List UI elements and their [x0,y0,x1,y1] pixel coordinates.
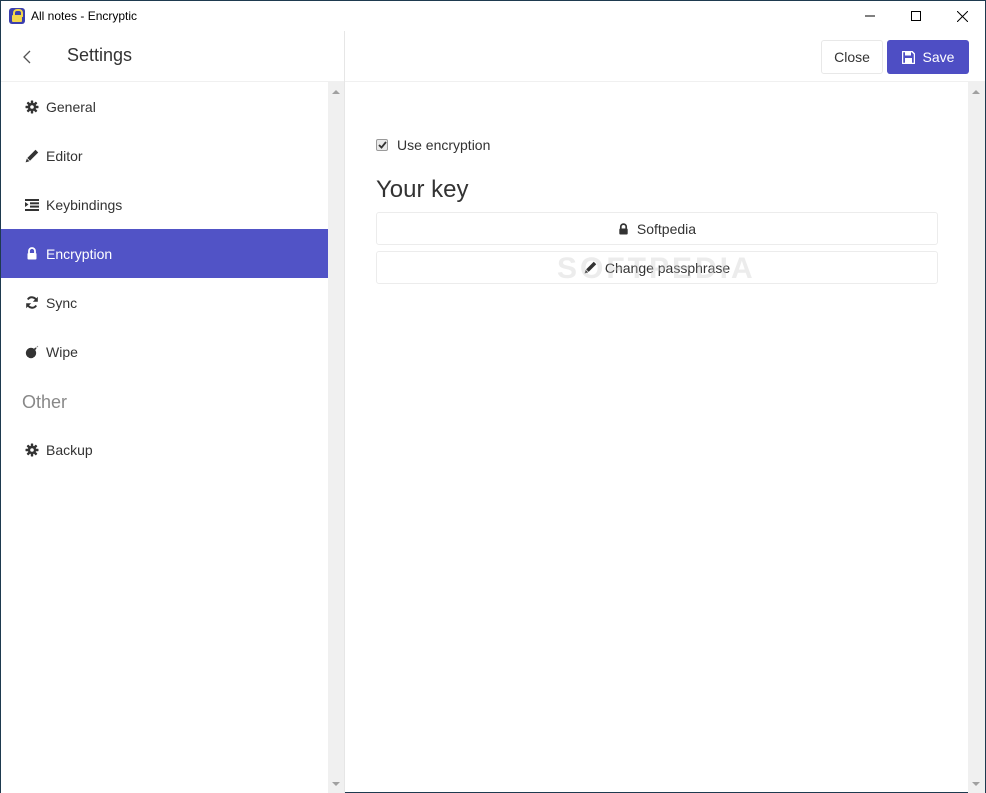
use-encryption-label: Use encryption [397,137,491,153]
settings-nav-list: General Editor Keybindings Encryption Sy… [1,82,328,793]
main-scrollbar[interactable] [968,82,985,793]
sidebar-item-label: Encryption [46,245,113,262]
settings-sidebar: Settings General Editor Keybindings Encr… [1,31,345,793]
sidebar-scrollbar[interactable] [328,82,344,793]
main-content: Use encryption Your key Softpedia Change… [345,82,968,793]
gear-icon [25,443,39,457]
sidebar-item-keybindings[interactable]: Keybindings [1,180,328,229]
use-encryption-checkbox[interactable] [376,139,388,151]
close-window-button[interactable] [939,1,985,31]
key-button[interactable]: Softpedia [376,212,938,245]
sidebar-item-label: General [46,98,96,115]
sidebar-item-label: Backup [46,441,93,458]
maximize-button[interactable] [893,1,939,31]
back-button[interactable] [15,45,39,69]
pencil-icon [25,149,39,163]
refresh-icon [25,296,39,310]
sidebar-item-general[interactable]: General [1,82,328,131]
scroll-up-arrow-icon[interactable] [332,90,340,94]
sidebar-item-backup[interactable]: Backup [1,425,328,474]
main-header: Close Save [345,31,985,82]
change-passphrase-label: Change passphrase [604,259,731,276]
indent-icon [25,198,39,212]
app-window: All notes - Encryptic Settings General E… [0,0,986,793]
use-encryption-toggle[interactable]: Use encryption [376,137,490,153]
pencil-icon [584,261,597,274]
sidebar-item-label: Sync [46,294,78,311]
scroll-up-arrow-icon[interactable] [972,90,980,94]
save-button-label: Save [922,49,955,65]
minimize-button[interactable] [847,1,893,31]
lock-icon [618,222,629,235]
sidebar-item-label: Wipe [46,343,78,360]
chevron-left-icon [23,50,31,64]
app-lock-icon [9,8,25,24]
lock-icon [25,247,39,261]
bomb-icon [25,345,39,359]
window-controls [847,1,985,31]
sidebar-item-editor[interactable]: Editor [1,131,328,180]
your-key-heading: Your key [376,176,469,203]
maximize-icon [911,11,921,21]
gear-icon [25,100,39,114]
window-title: All notes - Encryptic [31,9,138,23]
change-passphrase-button[interactable]: Change passphrase [376,251,938,284]
close-icon [956,10,968,22]
sidebar-title: Settings [67,45,133,65]
encryption-settings-panel: Close Save Use encryption Your key Softp… [345,31,985,793]
key-name: Softpedia [636,220,697,237]
scroll-down-arrow-icon[interactable] [972,782,980,786]
sidebar-item-encryption[interactable]: Encryption [1,229,328,278]
sidebar-item-label: Keybindings [46,196,123,213]
scroll-down-arrow-icon[interactable] [332,782,340,786]
close-button[interactable]: Close [821,40,883,74]
title-bar: All notes - Encryptic [1,1,985,31]
section-label-other: Other [22,392,68,412]
checkmark-icon [377,141,387,149]
sidebar-item-label: Editor [46,147,83,164]
floppy-disk-icon [901,50,915,64]
sidebar-item-wipe[interactable]: Wipe [1,327,328,376]
save-button[interactable]: Save [887,40,969,74]
minimize-icon [865,15,875,17]
sidebar-header: Settings [1,31,344,82]
sidebar-item-sync[interactable]: Sync [1,278,328,327]
